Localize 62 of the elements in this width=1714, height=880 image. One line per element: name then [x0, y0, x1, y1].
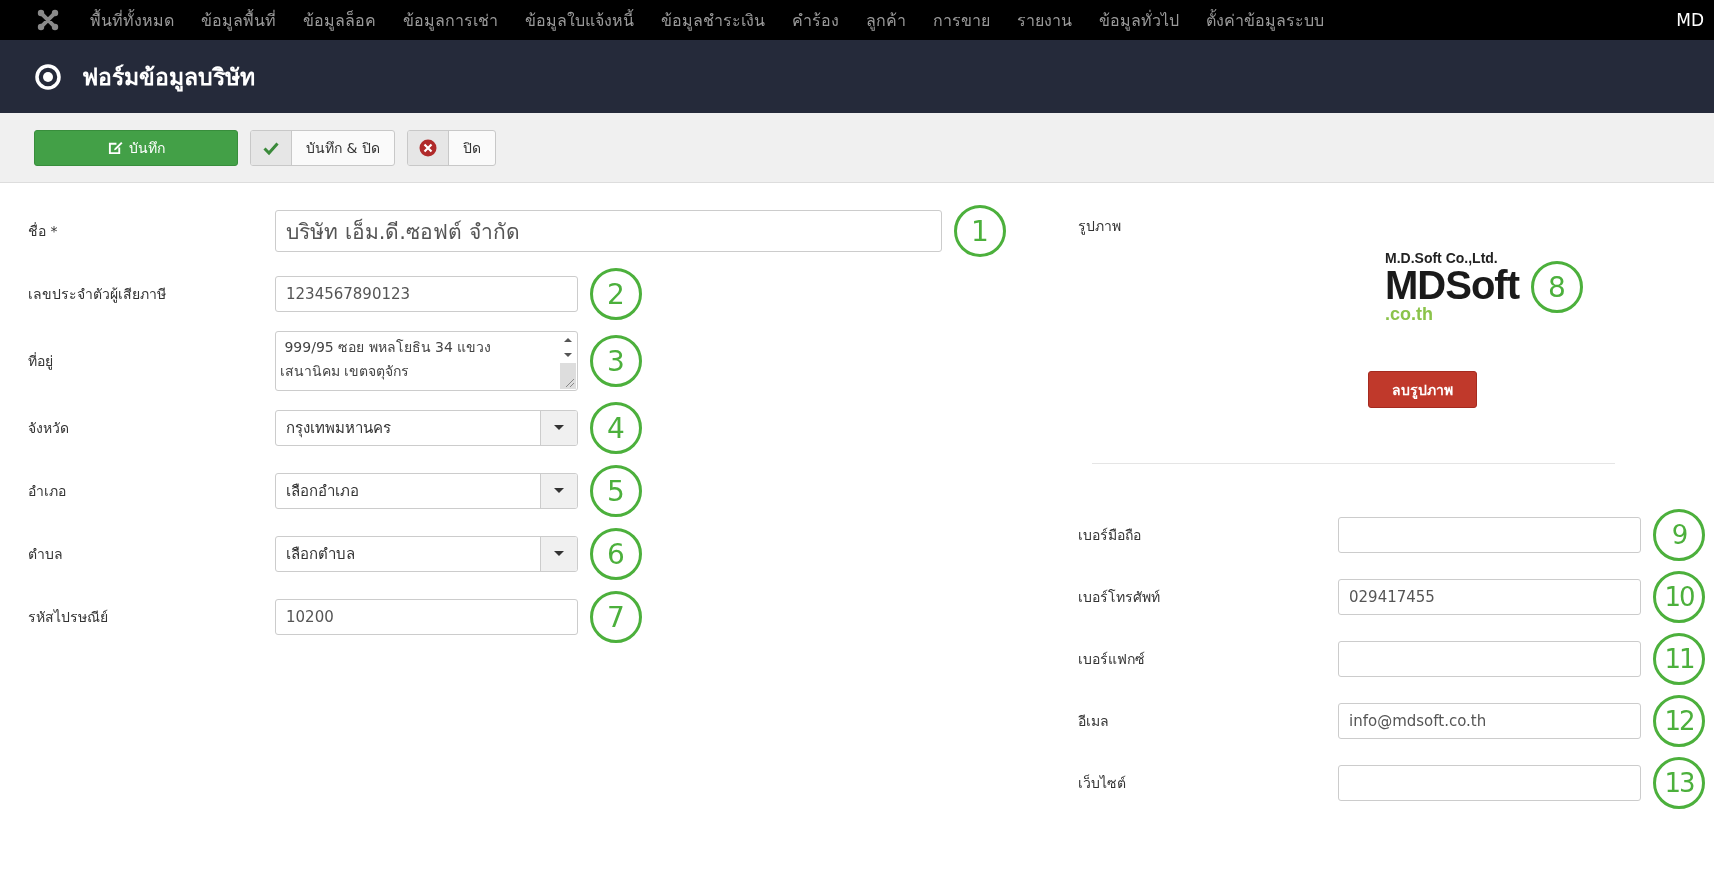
edit-icon [107, 140, 123, 155]
caret-icon [554, 551, 564, 557]
text-input[interactable]: 029417455 [1338, 579, 1641, 615]
field-label: อำเภอ [28, 482, 67, 501]
nav-menu-item[interactable]: คำร้อง [792, 7, 839, 33]
field-label: เบอร์แฟกซ์ [1078, 650, 1146, 669]
field-label: รูปภาพ [1078, 217, 1122, 237]
field-label: เบอร์มือถือ [1078, 526, 1142, 545]
nav-menu-item[interactable]: ข้อมูลการเช่า [403, 7, 498, 33]
save-close-button[interactable]: บันทึก & ปิด [250, 129, 395, 166]
callout-number: 7 [590, 591, 642, 643]
nav-menu-item[interactable]: ตั้งค่าข้อมูลระบบ [1206, 7, 1324, 33]
delete-image-button[interactable]: ลบรูปภาพ [1368, 371, 1477, 408]
text-input[interactable]: 10200 [275, 599, 578, 635]
close-icon [418, 138, 437, 157]
callout-number: 2 [590, 268, 642, 320]
field-label: เลขประจำตัวผู้เสียภาษี [28, 285, 167, 305]
field-label: รหัสไปรษณีย์ [28, 608, 109, 627]
field-label: อีเมล [1078, 712, 1110, 731]
callout-number: 10 [1653, 571, 1705, 623]
text-input[interactable] [1338, 517, 1641, 553]
callout-number: 1 [954, 205, 1006, 257]
nav-menu-item[interactable]: ข้อมูลพื้นที่ [201, 7, 276, 33]
callout-number: 9 [1653, 509, 1705, 561]
company-logo: M.D.Soft Co.,Ltd. MDSoft .co.th [1385, 251, 1519, 323]
field-label: ชื่อ * [28, 221, 59, 241]
nav-menu-item[interactable]: พื้นที่ทั้งหมด [90, 7, 174, 33]
nav-menu-item[interactable]: ข้อมูลใบแจ้งหนี้ [525, 7, 634, 33]
nav-menu-item[interactable]: ข้อมูลชำระเงิน [661, 7, 765, 33]
callout-number: 5 [590, 465, 642, 517]
nav-menu-item[interactable]: ข้อมูลทั่วไป [1099, 7, 1179, 33]
callout-number: 12 [1653, 695, 1705, 747]
field-label: เว็บไซต์ [1078, 773, 1127, 793]
target-icon [34, 62, 62, 91]
callout-number: 4 [590, 402, 642, 454]
text-input[interactable] [1338, 765, 1641, 801]
callout-number: 8 [1530, 261, 1583, 313]
text-input[interactable]: info@mdsoft.co.th [1338, 703, 1641, 739]
address-textarea[interactable]: 999/95 ซอย พหลโยธิน 34 แขวง เสนานิคม เขตจตุจักร [275, 331, 578, 391]
nav-menu-item[interactable]: ข้อมูลล็อค [303, 7, 376, 33]
field-label: เบอร์โทรศัพท์ [1078, 588, 1161, 607]
callout-number: 3 [590, 335, 642, 387]
caret-icon [554, 488, 564, 494]
caret-icon [554, 425, 564, 431]
field-label: ตำบล [28, 545, 64, 564]
page-title: ฟอร์มข้อมูลบริษัท [82, 62, 255, 94]
nav-menu-item[interactable]: ลูกค้า [866, 7, 906, 33]
callout-number: 6 [590, 528, 642, 580]
field-label: จังหวัด [28, 419, 70, 438]
text-input[interactable]: บริษัท เอ็ม.ดี.ซอฟต์ จำกัด [275, 210, 942, 252]
callout-number: 11 [1653, 633, 1705, 685]
user-menu[interactable]: MD [1676, 10, 1704, 30]
dropdown-select[interactable]: กรุงเทพมหานคร [275, 410, 578, 446]
dropdown-select[interactable]: เลือกอำเภอ [275, 473, 578, 509]
dropdown-select[interactable]: เลือกตำบล [275, 536, 578, 572]
nav-menu-item[interactable]: รายงาน [1017, 7, 1072, 33]
close-button[interactable]: ปิด [406, 129, 496, 166]
field-label: ที่อยู่ [28, 351, 54, 372]
nav-menu-item[interactable]: การขาย [933, 7, 990, 33]
callout-number: 13 [1653, 757, 1705, 809]
text-input[interactable]: 1234567890123 [275, 276, 578, 312]
text-input[interactable] [1338, 641, 1641, 677]
